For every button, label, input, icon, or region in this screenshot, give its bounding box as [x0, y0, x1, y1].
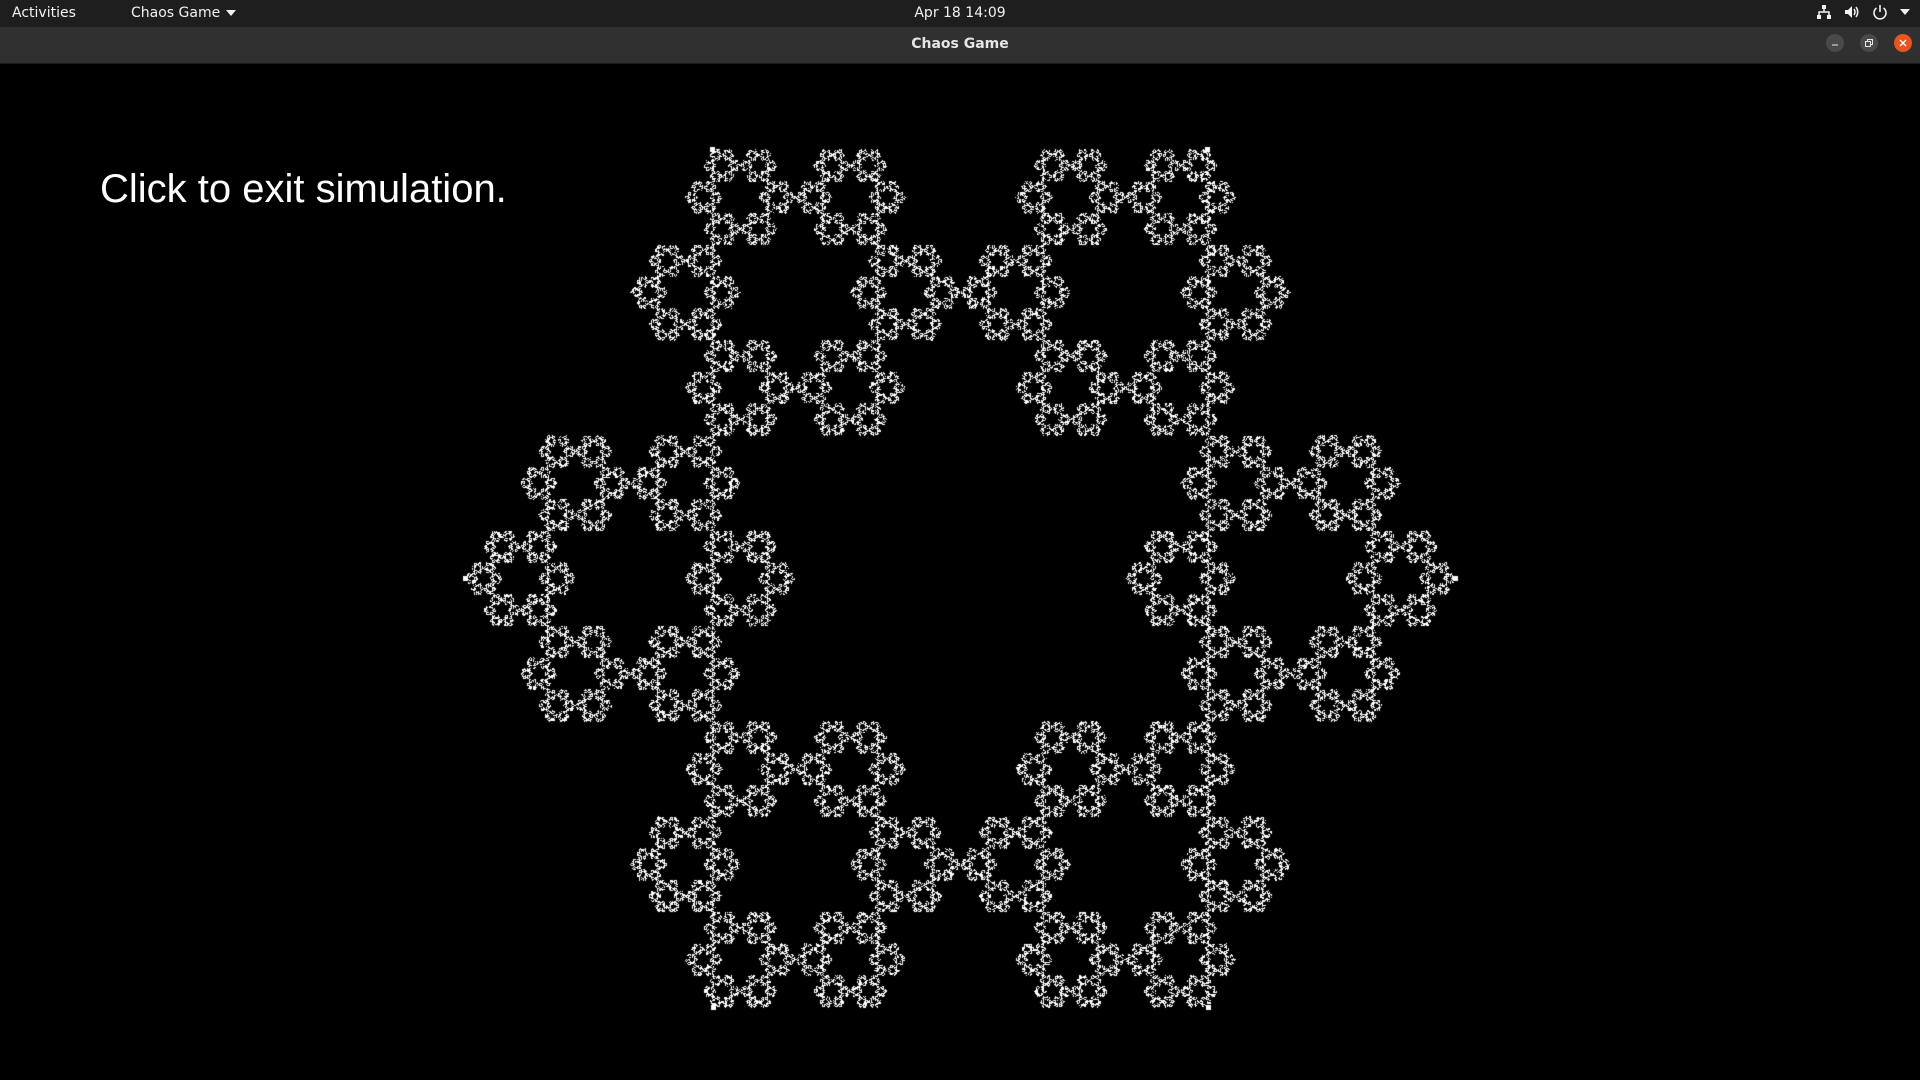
clock-container: Apr 18 14:09 [0, 5, 1920, 21]
network-icon[interactable] [1816, 4, 1832, 20]
app-menu-label: Chaos Game [131, 5, 221, 21]
window-title: Chaos Game [911, 36, 1009, 52]
close-icon [1899, 39, 1907, 47]
power-icon[interactable] [1872, 4, 1888, 20]
app-menu[interactable]: Chaos Game [131, 5, 237, 21]
chevron-down-icon [226, 10, 237, 16]
simulation-area[interactable]: Click to exit simulation. [0, 64, 1920, 1080]
restore-button[interactable] [1860, 34, 1878, 52]
restore-icon [1865, 39, 1873, 47]
window-controls [1826, 34, 1912, 52]
clock[interactable]: Apr 18 14:09 [914, 5, 1005, 21]
activities-button[interactable]: Activities [12, 5, 76, 21]
close-button[interactable] [1894, 34, 1912, 52]
exit-instruction: Click to exit simulation. [100, 167, 507, 211]
system-tray[interactable] [1816, 4, 1910, 20]
minimize-icon [1832, 44, 1838, 46]
minimize-button[interactable] [1826, 34, 1844, 52]
system-menu-chevron-icon[interactable] [1900, 9, 1910, 15]
chaos-game-canvas[interactable] [0, 64, 1920, 1080]
window-title-bar[interactable]: Chaos Game [0, 27, 1920, 64]
top-bar: Activities Chaos Game Apr 18 14:09 [0, 0, 1920, 27]
volume-icon[interactable] [1844, 4, 1860, 20]
